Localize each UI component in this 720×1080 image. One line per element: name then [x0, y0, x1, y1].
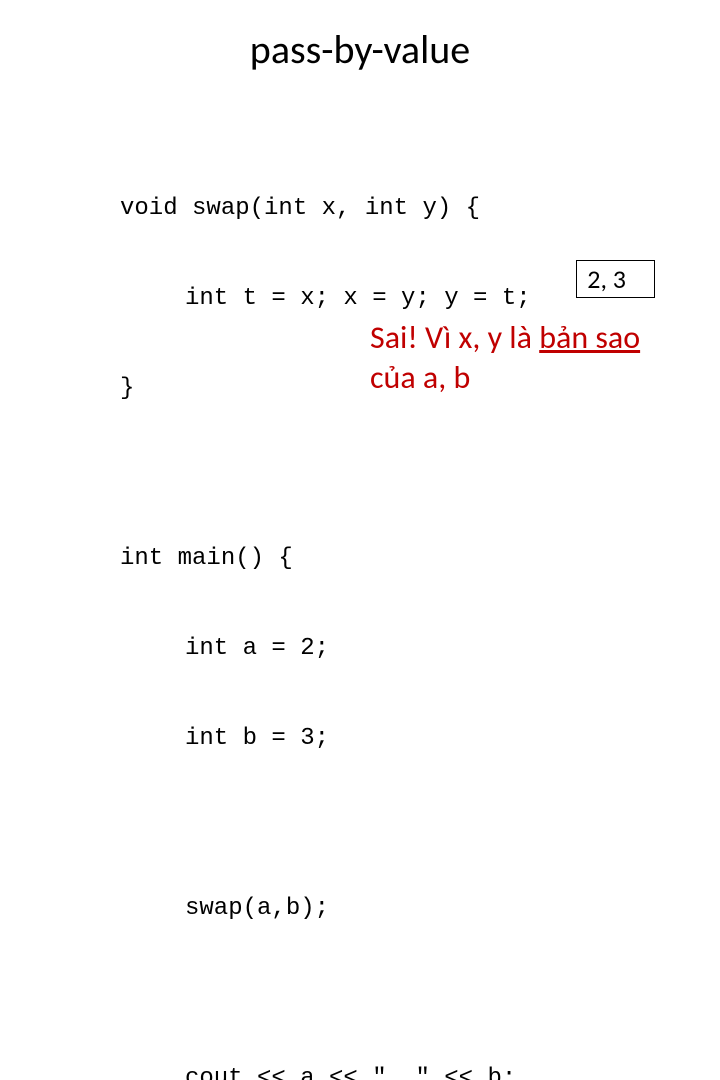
output-text: 2, 3 [587, 263, 626, 295]
code-line-6: int b = 3; [120, 724, 660, 754]
code-line-1: void swap(int x, int y) { [120, 194, 660, 224]
code-line-5: int a = 2; [120, 634, 660, 664]
annotation-part2: bản sao [539, 318, 640, 357]
output-box: 2, 3 [576, 260, 655, 298]
annotation-part1: Sai! Vì x, y là [370, 318, 539, 357]
code-line-4: int main() { [120, 544, 660, 574]
code-line-8: cout << a << ", " << b; [120, 1064, 660, 1080]
annotation-part3: của a, b [370, 358, 470, 397]
slide-title: pass-by-value [60, 25, 660, 74]
annotation-text: Sai! Vì x, y là bản sao của a, b [370, 318, 690, 398]
code-line-7: swap(a,b); [120, 894, 660, 924]
slide-container: pass-by-value void swap(int x, int y) { … [0, 0, 720, 540]
